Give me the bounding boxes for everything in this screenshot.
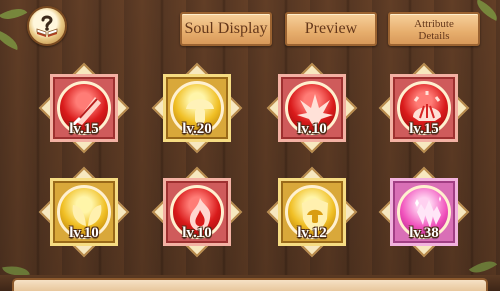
- soul-slot[interactable]: lv.12: [266, 166, 358, 258]
- soul-slot[interactable]: lv.20: [151, 62, 243, 154]
- attribute-details-button[interactable]: Attribute Details: [388, 12, 480, 46]
- soul-grid: lv.15 lv.20 lv.10 lv.15 lv.10 lv.10 lv.1…: [0, 62, 500, 258]
- soul-level: lv.15: [409, 121, 439, 137]
- soul-slot[interactable]: lv.10: [151, 166, 243, 258]
- question-book-icon: [36, 15, 58, 37]
- soul-level: lv.10: [297, 121, 327, 137]
- soul-slot[interactable]: lv.15: [38, 62, 130, 154]
- preview-button[interactable]: Preview: [285, 12, 377, 46]
- attribute-details-label-line1: Attribute: [414, 17, 454, 30]
- soul-level: lv.12: [297, 225, 327, 241]
- soul-display-button[interactable]: Soul Display: [180, 12, 272, 46]
- preview-label: Preview: [304, 20, 358, 37]
- leaf-decoration: [0, 29, 22, 51]
- soul-slot[interactable]: lv.10: [266, 62, 358, 154]
- soul-display-label: Soul Display: [184, 20, 268, 37]
- soul-level: lv.15: [69, 121, 99, 137]
- help-button[interactable]: [27, 6, 67, 46]
- soul-slot[interactable]: lv.38: [378, 166, 470, 258]
- soul-level: lv.20: [182, 121, 212, 137]
- soul-level: lv.38: [409, 225, 439, 241]
- soul-slot[interactable]: lv.10: [38, 166, 130, 258]
- soul-level: lv.10: [182, 225, 212, 241]
- soul-panel: Soul Display Preview Attribute Details l…: [0, 0, 500, 291]
- soul-slot[interactable]: lv.15: [378, 62, 470, 154]
- attribute-details-label-line2: Details: [418, 29, 450, 42]
- bottom-panel-edge: [12, 278, 488, 291]
- leaf-decoration: [0, 2, 28, 26]
- soul-level: lv.10: [69, 225, 99, 241]
